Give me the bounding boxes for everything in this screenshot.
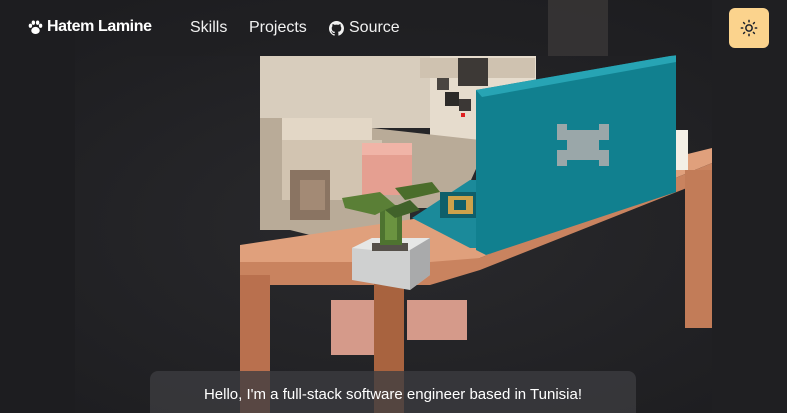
sun-icon <box>740 19 758 37</box>
dog-head <box>260 56 430 128</box>
nav-link-source[interactable]: Source <box>329 19 400 37</box>
top-navbar: Hatem Lamine Skills Projects Source <box>0 0 787 56</box>
logo[interactable]: Hatem Lamine <box>27 18 152 36</box>
nav-link-source-label: Source <box>349 19 400 36</box>
voxel-dog-scene <box>0 0 787 413</box>
greeting-text: Hello, I'm a full-stack software enginee… <box>203 386 583 403</box>
logo-text: Hatem Lamine <box>47 18 152 35</box>
theme-toggle-button[interactable] <box>729 8 769 48</box>
github-icon <box>329 20 344 36</box>
nav-link-skills[interactable]: Skills <box>190 19 227 37</box>
nav-link-projects[interactable]: Projects <box>249 19 307 37</box>
greeting-banner: Hello, I'm a full-stack software enginee… <box>150 371 636 413</box>
paw-icon <box>28 19 43 34</box>
